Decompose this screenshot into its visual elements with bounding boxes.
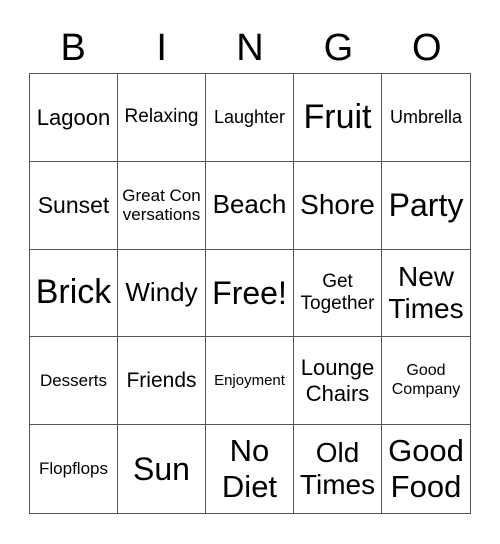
cell-text: Beach <box>212 189 287 220</box>
cell-text: Great Conversations <box>122 185 201 225</box>
bingo-cell[interactable]: Laughter <box>206 74 294 162</box>
bingo-cell[interactable]: Sunset <box>30 161 118 250</box>
bingo-cell[interactable]: Lounge Chairs <box>294 337 382 426</box>
cell-text: Good Company <box>391 362 461 398</box>
cell-text: Free! <box>212 274 287 311</box>
header-letter-i: I <box>156 27 167 69</box>
bingo-cell[interactable]: Good Food <box>382 425 470 513</box>
cell-text: Lounge Chairs <box>300 355 375 406</box>
cell-text: Windy <box>125 277 198 308</box>
cell-text: No Diet <box>221 433 278 505</box>
bingo-cell[interactable]: Windy <box>118 249 206 338</box>
bingo-cell[interactable]: New Times <box>382 250 470 338</box>
bingo-cell[interactable]: Fruit <box>294 74 382 162</box>
bingo-cell[interactable]: Get Together <box>294 249 382 338</box>
cell-text: Enjoyment <box>214 372 285 390</box>
cell-text: Shore <box>300 189 375 221</box>
cell-text: Flopflops <box>39 459 108 479</box>
cell-text: New Times <box>388 260 464 324</box>
cell-text: Party <box>388 186 464 223</box>
bingo-cell[interactable]: Good Company <box>382 337 470 426</box>
cell-text: Lagoon <box>36 104 111 130</box>
cell-text: Fruit <box>303 97 372 136</box>
free-space-cell[interactable]: Free! <box>206 249 294 338</box>
bingo-cell[interactable]: Lagoon <box>30 74 118 162</box>
cell-text: Friends <box>126 368 197 392</box>
cell-text: Brick <box>35 273 112 312</box>
cell-text: Relaxing <box>124 106 199 128</box>
cell-text: Umbrella <box>389 107 463 128</box>
cell-text: Get Together <box>300 271 375 314</box>
bingo-cell[interactable]: Relaxing <box>118 74 206 162</box>
bingo-cell[interactable]: Umbrella <box>382 74 470 162</box>
cell-text: Old Times <box>299 436 376 501</box>
bingo-cell[interactable]: Sun <box>118 425 206 513</box>
cell-text: Desserts <box>39 371 108 391</box>
bingo-cell[interactable]: Friends <box>118 337 206 426</box>
cell-text: Good Food <box>388 433 464 505</box>
bingo-cell[interactable]: Desserts <box>30 337 118 426</box>
bingo-cell[interactable]: Enjoyment <box>206 337 294 426</box>
cell-text: Sunset <box>37 191 110 218</box>
bingo-cell[interactable]: Shore <box>294 161 382 250</box>
bingo-cell[interactable]: Party <box>382 162 470 250</box>
header-letter-n: N <box>236 27 264 69</box>
header-letter-g: G <box>323 27 354 69</box>
bingo-grid: Lagoon Relaxing Laughter Fruit Umbrella Sunse… <box>29 73 471 514</box>
bingo-cell[interactable]: No Diet <box>206 425 294 513</box>
header-letter-b: B <box>60 27 86 69</box>
bingo-cell[interactable]: Old Times <box>294 425 382 513</box>
cell-text: Sun <box>133 450 190 487</box>
cell-text: Laughter <box>213 107 286 128</box>
bingo-cell[interactable]: Great Conversations <box>118 161 206 250</box>
bingo-cell[interactable]: Beach <box>206 161 294 250</box>
header-letter-o: O <box>412 27 442 69</box>
bingo-cell[interactable]: Brick <box>30 249 118 338</box>
bingo-cell[interactable]: Flopflops <box>30 425 118 513</box>
bingo-header: B I N G O <box>29 26 471 70</box>
